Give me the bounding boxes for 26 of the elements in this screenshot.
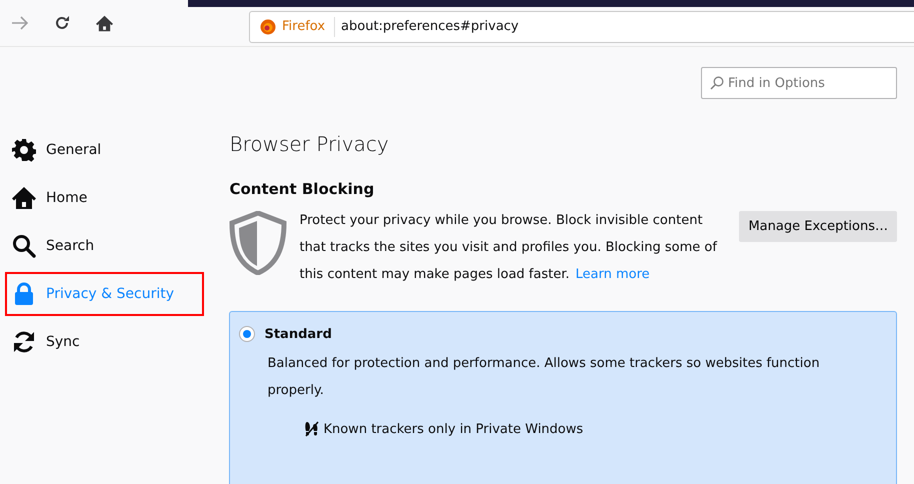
url-text: about:preferences#privacy <box>341 19 519 34</box>
browser-logo-icon <box>260 18 276 34</box>
address-bar[interactable]: Firefox about:preferences#privacy <box>249 10 914 42</box>
sidebar-item[interactable]: General <box>5 128 204 172</box>
lock-icon <box>12 282 36 306</box>
option-description: Balanced for protection and performance. Allows some trackers so websites function properly. <box>267 355 821 400</box>
section-heading: Content Blocking <box>229 180 376 198</box>
description-text: Protect your privacy while you browse. Block invisible content that tracks the sites you visit and profiles you. Blocking some of this content may make pages load faster. Learn more <box>299 212 718 284</box>
radio-button[interactable] <box>239 326 256 342</box>
footprint-icon <box>305 421 320 437</box>
feature-text: Known trackers only in Private Windows <box>323 422 584 436</box>
manage-exceptions-button[interactable]: Manage Exceptions… <box>739 211 897 242</box>
identity-label: Firefox <box>282 16 336 36</box>
page-title: Browser Privacy <box>229 132 390 156</box>
sidebar-item[interactable]: Home <box>5 176 204 220</box>
sync-icon <box>12 330 36 354</box>
forward-arrow-icon <box>11 16 29 30</box>
sidebar-item[interactable]: Search <box>5 224 204 268</box>
home-icon <box>12 186 36 210</box>
search-field[interactable]: Find in Options <box>701 67 897 99</box>
gear-icon <box>12 138 36 162</box>
option-label: Standard <box>264 326 332 342</box>
reload-icon <box>54 15 70 31</box>
sidebar-item[interactable]: Sync <box>5 320 204 364</box>
shield-icon <box>229 211 288 275</box>
search-icon <box>12 234 36 258</box>
